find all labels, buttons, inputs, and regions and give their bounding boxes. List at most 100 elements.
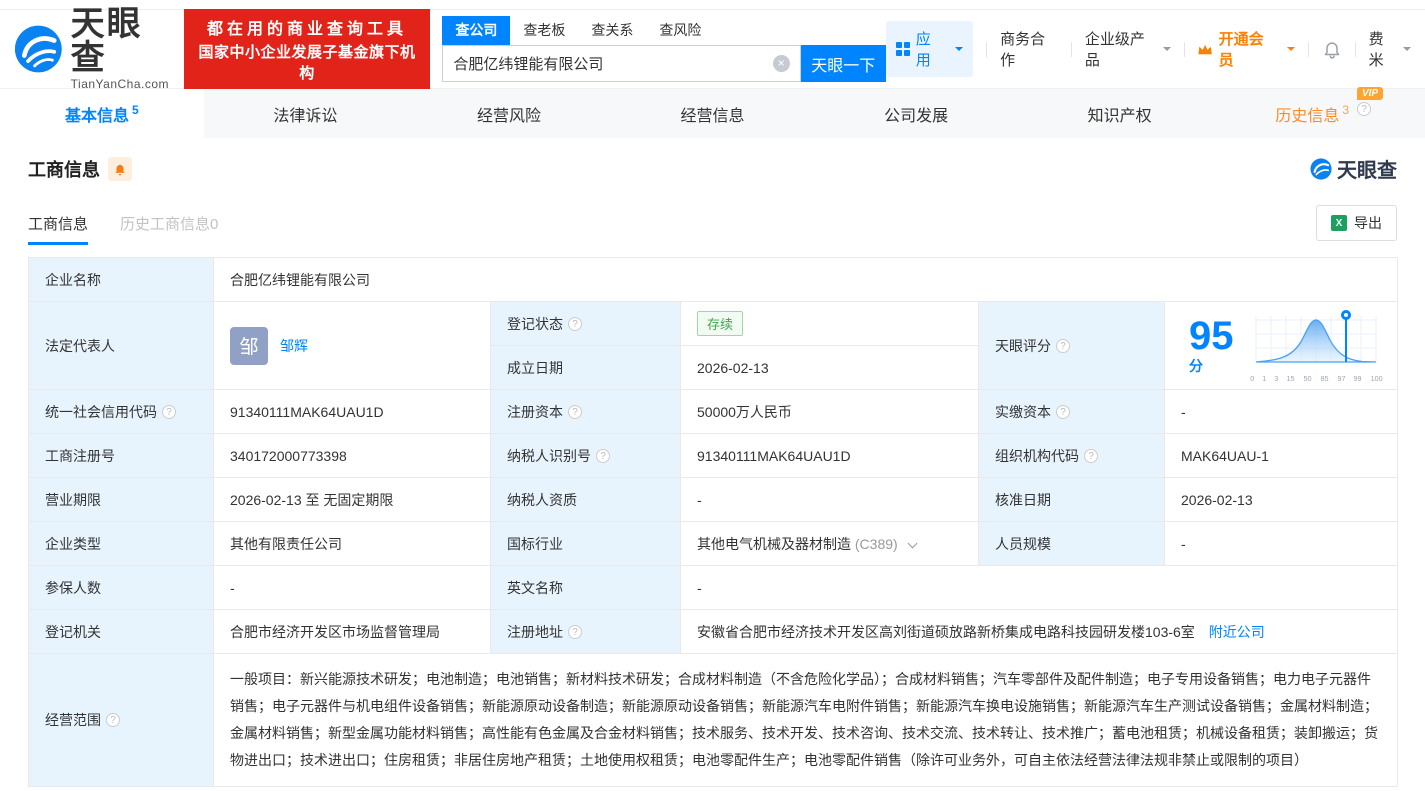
help-icon[interactable]: ? bbox=[1056, 338, 1070, 353]
score-cell: 95分 0 1 3 15 50 85 97 99 100 bbox=[1163, 301, 1399, 390]
watermark-text: 天眼查 bbox=[1337, 160, 1397, 182]
approval-date-value: 2026-02-13 bbox=[1163, 477, 1399, 522]
search-tab-risk[interactable]: 查风险 bbox=[646, 16, 714, 45]
score-axis-ticks: 01 3 15 50 85 97 99 100 bbox=[1249, 374, 1383, 383]
table-row: 登记机关 合肥市经济开发区市场监督管理局 注册地址? 安徽省合肥市经济技术开发区… bbox=[28, 609, 1399, 654]
search-input[interactable] bbox=[453, 55, 773, 72]
business-term-value: 2026-02-13 至 无固定期限 bbox=[213, 477, 491, 522]
industry-code: (C389) bbox=[854, 535, 898, 552]
tianyancha-logo[interactable]: 天眼查 TianYanCha.com bbox=[14, 7, 176, 91]
search-bar: × 天眼一下 bbox=[442, 45, 886, 82]
chevron-down-icon bbox=[1403, 47, 1412, 55]
business-cooperation-link[interactable]: 商务合作 bbox=[1000, 28, 1058, 70]
business-info-table: 企业名称 合肥亿纬锂能有限公司 法定代表人 邹 邹辉 登记状态 ? 存续 天眼评… bbox=[28, 257, 1399, 787]
reg-authority-label: 登记机关 bbox=[28, 609, 214, 654]
address-value-cell: 安徽省合肥市经济技术开发区高刘街道硕放路新桥集成电路科技园研发楼103-6室 附… bbox=[679, 609, 1399, 654]
help-icon[interactable]: ? bbox=[568, 316, 582, 331]
table-row: 法定代表人 邹 邹辉 登记状态 ? 存续 天眼评分 ? 95分 0 1 3 15… bbox=[28, 301, 1399, 390]
search-tab-company[interactable]: 查公司 bbox=[442, 16, 511, 45]
tab-company-development[interactable]: 公司发展 bbox=[814, 89, 1018, 138]
search-tab-boss[interactable]: 查老板 bbox=[510, 16, 578, 45]
legal-rep-cell: 邹 邹辉 bbox=[213, 301, 491, 390]
tab-intellectual-property[interactable]: 知识产权 bbox=[1018, 89, 1222, 138]
business-term-label: 营业期限 bbox=[28, 477, 214, 522]
tianyancha-watermark-icon bbox=[1310, 157, 1332, 180]
section-title: 工商信息 bbox=[28, 159, 100, 180]
business-scope-value: 一般项目：新兴能源技术研发；电池制造；电池销售；新材料技术研发；合成材料制造（不… bbox=[212, 653, 1399, 787]
approval-date-label: 核准日期 bbox=[978, 477, 1165, 522]
org-code-label-cell: 组织机构代码? bbox=[978, 433, 1165, 478]
subtab-history-registration[interactable]: 历史工商信息0 bbox=[120, 213, 218, 245]
taxpayer-quality-label: 纳税人资质 bbox=[490, 477, 681, 522]
industry-value-cell: 其他电气机械及器材制造 (C389) bbox=[680, 521, 979, 566]
status-badge: 存续 bbox=[697, 311, 744, 336]
export-button[interactable]: X 导出 bbox=[1316, 205, 1397, 241]
help-icon[interactable]: ? bbox=[162, 404, 176, 419]
main-content: 工商信息 天眼查 工商信息 历史工商信息0 X 导出 企业名称 合肥亿纬锂能有限… bbox=[0, 138, 1425, 787]
insured-count-label: 参保人数 bbox=[28, 565, 214, 610]
help-icon[interactable]: ? bbox=[106, 713, 120, 727]
reg-no-value: 340172000773398 bbox=[213, 433, 491, 478]
notifications-bell-icon[interactable] bbox=[1322, 39, 1342, 59]
company-type-label: 企业类型 bbox=[28, 521, 214, 566]
user-account-menu[interactable]: 费米 bbox=[1369, 28, 1412, 70]
english-name-value: - bbox=[679, 565, 1399, 610]
tianyancha-logo-icon bbox=[14, 25, 62, 73]
legal-rep-avatar[interactable]: 邹 bbox=[230, 326, 268, 365]
subtab-business-registration[interactable]: 工商信息 bbox=[28, 213, 89, 245]
tab-operational-risk[interactable]: 经营风险 bbox=[407, 89, 611, 138]
credit-code-label-cell: 统一社会信用代码? bbox=[28, 389, 214, 434]
help-icon[interactable]: ? bbox=[568, 404, 582, 419]
excel-icon: X bbox=[1331, 215, 1347, 231]
vip-badge: VIP bbox=[1356, 86, 1384, 100]
help-icon[interactable]: ? bbox=[596, 448, 610, 463]
taxpayer-id-label-cell: 纳税人识别号? bbox=[490, 433, 681, 478]
apps-label: 应用 bbox=[915, 31, 931, 69]
search-tab-relation[interactable]: 查关系 bbox=[578, 16, 646, 45]
search-module: 查公司 查老板 查关系 查风险 × 天眼一下 bbox=[442, 16, 886, 82]
address-value: 安徽省合肥市经济技术开发区高刘街道硕放路新桥集成电路科技园研发楼103-6室 bbox=[697, 623, 1195, 640]
staff-size-label: 人员规模 bbox=[978, 521, 1165, 566]
taxpayer-id-value: 91340111MAK64UAU1D bbox=[680, 433, 979, 478]
industry-label: 国标行业 bbox=[490, 521, 681, 566]
tab-basic-info[interactable]: 基本信息 5 bbox=[0, 89, 204, 138]
legal-rep-label: 法定代表人 bbox=[28, 301, 214, 390]
tab-business-info[interactable]: 经营信息 bbox=[611, 89, 815, 138]
help-icon[interactable]: ? bbox=[568, 624, 582, 639]
legal-rep-link[interactable]: 邹辉 bbox=[280, 336, 308, 356]
apps-menu-button[interactable]: 应用 bbox=[885, 21, 974, 77]
reg-status-value: 存续 bbox=[680, 301, 979, 346]
search-button[interactable]: 天眼一下 bbox=[800, 45, 886, 82]
paid-capital-value: - bbox=[1163, 389, 1399, 434]
table-row: 营业期限 2026-02-13 至 无固定期限 纳税人资质 - 核准日期 202… bbox=[28, 477, 1399, 522]
crown-icon bbox=[1198, 44, 1213, 54]
enterprise-products-menu[interactable]: 企业级产品 bbox=[1085, 28, 1171, 70]
company-name-label: 企业名称 bbox=[28, 257, 214, 302]
reg-authority-value: 合肥市经济开发区市场监督管理局 bbox=[213, 609, 491, 654]
open-vip-button[interactable]: 开通会员 bbox=[1197, 28, 1295, 70]
industry-dropdown[interactable]: 其他电气机械及器材制造 (C389) bbox=[697, 535, 918, 552]
establish-date-value: 2026-02-13 bbox=[680, 345, 979, 390]
tab-count: 3 bbox=[1342, 102, 1350, 117]
subtab-row: 工商信息 历史工商信息0 X 导出 bbox=[28, 205, 1397, 245]
nearby-companies-link[interactable]: 附近公司 bbox=[1209, 624, 1265, 640]
clear-search-icon[interactable]: × bbox=[772, 55, 790, 72]
establish-date-label: 成立日期 bbox=[490, 345, 681, 390]
search-tabs: 查公司 查老板 查关系 查风险 bbox=[442, 16, 885, 45]
promo-line2: 国家中小企业发展子基金旗下机构 bbox=[198, 44, 416, 82]
help-icon[interactable]: ? bbox=[1084, 448, 1098, 463]
help-icon[interactable]: ? bbox=[1056, 404, 1070, 419]
promo-banner: 都在用的商业查询工具 国家中小企业发展子基金旗下机构 bbox=[183, 9, 431, 89]
taxpayer-quality-value: - bbox=[680, 477, 979, 522]
address-label-cell: 注册地址? bbox=[490, 609, 681, 654]
subscribe-bell-icon[interactable] bbox=[108, 156, 132, 181]
tab-history-info[interactable]: 历史信息 3 ? VIP bbox=[1221, 86, 1425, 138]
reg-capital-value: 50000万人民币 bbox=[680, 389, 979, 434]
help-icon[interactable]: ? bbox=[1357, 101, 1372, 116]
business-scope-label-cell: 经营范围? bbox=[28, 653, 214, 787]
reg-capital-label-cell: 注册资本? bbox=[490, 389, 681, 434]
tab-legal-proceedings[interactable]: 法律诉讼 bbox=[204, 89, 408, 138]
chevron-down-icon bbox=[1162, 47, 1171, 55]
table-row: 参保人数 - 英文名称 - bbox=[28, 565, 1399, 610]
reg-status-label-cell: 登记状态 ? bbox=[490, 301, 681, 346]
